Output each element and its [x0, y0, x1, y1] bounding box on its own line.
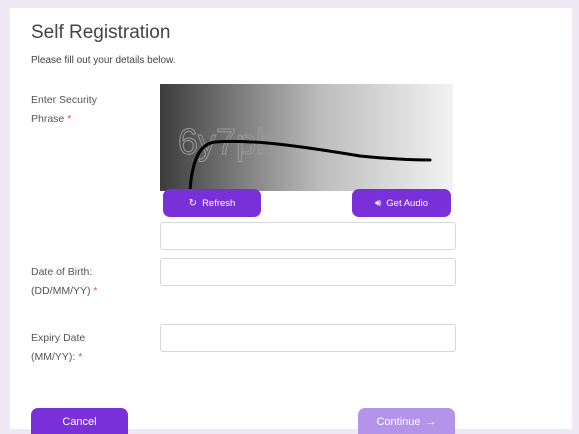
refresh-captcha-button[interactable]: ↻ Refresh — [163, 189, 261, 217]
continue-button[interactable]: Continue → — [358, 408, 455, 434]
required-mark: * — [78, 351, 83, 363]
required-mark: * — [67, 113, 72, 125]
security-phrase-label-line2: Phrase * — [31, 113, 72, 125]
expiry-label-line1: Expiry Date — [31, 332, 86, 344]
registration-panel: Self Registration Please fill out your d… — [10, 8, 572, 434]
expiry-label-line2: (MM/YY): * — [31, 351, 83, 363]
captcha-image: 6y7ph — [160, 84, 453, 191]
continue-label: Continue — [376, 416, 421, 428]
security-phrase-label-line1: Enter Security — [31, 94, 97, 106]
dob-label-line1: Date of Birth: — [31, 266, 93, 278]
page-title: Self Registration — [31, 22, 171, 43]
required-mark: * — [93, 285, 98, 297]
dob-label-line2: (DD/MM/YY) * — [31, 285, 98, 297]
expiry-input[interactable] — [160, 324, 456, 352]
cancel-label: Cancel — [62, 416, 97, 428]
dob-label: Date of Birth: (DD/MM/YY) * — [31, 263, 98, 301]
get-audio-label: Get Audio — [386, 197, 429, 209]
get-audio-button[interactable]: 🔊︎ Get Audio — [352, 189, 451, 217]
arrow-right-icon: → — [425, 416, 437, 428]
page-subtitle: Please fill out your details below. — [31, 55, 176, 66]
expiry-label: Expiry Date (MM/YY): * — [31, 329, 85, 367]
dob-input[interactable] — [160, 258, 456, 286]
cancel-button[interactable]: Cancel — [31, 408, 128, 434]
security-phrase-input[interactable] — [160, 222, 456, 250]
speaker-icon: 🔊︎ — [374, 197, 382, 209]
refresh-icon: ↻ — [188, 197, 198, 209]
refresh-label: Refresh — [202, 197, 236, 209]
security-phrase-label: Enter Security Phrase * — [31, 91, 97, 129]
